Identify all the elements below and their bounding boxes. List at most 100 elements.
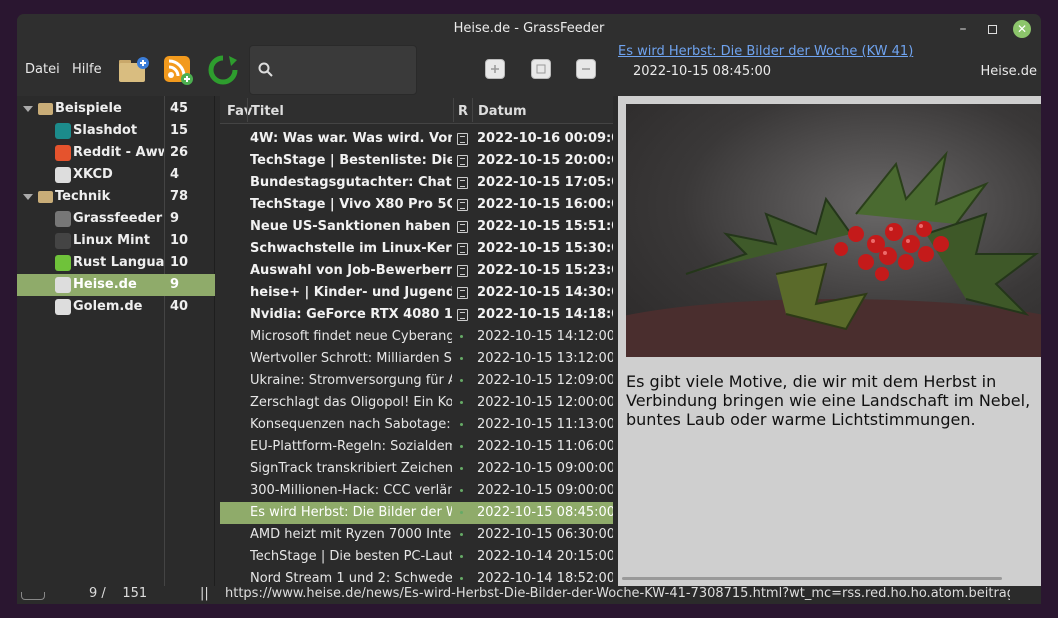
read-dot-icon[interactable]	[460, 357, 463, 360]
item-title: Microsoft findet neue Cyberangriffe	[250, 329, 452, 344]
close-icon[interactable]: ✕	[1007, 14, 1037, 44]
unread-icon[interactable]	[457, 133, 468, 145]
header-separator	[472, 98, 473, 122]
horizontal-scrollbar[interactable]	[622, 577, 1002, 580]
read-dot-icon[interactable]	[460, 423, 463, 426]
list-item[interactable]: Wertvoller Schrott: Milliarden Smartphon…	[220, 348, 613, 370]
list-item[interactable]: Schwachstelle im Linux-Kernel ermöglicht…	[220, 238, 613, 260]
feed-name: XKCD	[73, 167, 113, 182]
zoom-in-icon[interactable]	[485, 59, 505, 79]
feed-item[interactable]: XKCD 4	[17, 164, 215, 186]
list-item[interactable]: Microsoft findet neue Cyberangriffe 2022-…	[220, 326, 613, 348]
list-item[interactable]: Bundestagsgutachter: Chatkontrolle 2022-1…	[220, 172, 613, 194]
read-dot-icon[interactable]	[460, 401, 463, 404]
list-item[interactable]: Nord Stream 1 und 2: Schweden b 2022-10-1…	[220, 568, 613, 586]
item-title: Wertvoller Schrott: Milliarden Smartphon…	[250, 351, 452, 366]
list-item[interactable]: Auswahl von Job-Bewerbern: For 2022-10-15…	[220, 260, 613, 282]
expand-arrow-icon[interactable]	[23, 106, 33, 112]
unread-icon[interactable]	[457, 309, 468, 321]
article-title-link[interactable]: Es wird Herbst: Die Bilder der Woche (KW…	[618, 44, 913, 59]
read-dot-icon[interactable]	[460, 511, 463, 514]
col-read[interactable]: R	[458, 104, 468, 119]
unread-icon[interactable]	[457, 265, 468, 277]
read-dot-icon[interactable]	[460, 379, 463, 382]
item-title: Auswahl von Job-Bewerbern: For	[250, 263, 452, 278]
list-item[interactable]: TechStage | Bestenliste: Die zehn 2022-10…	[220, 150, 613, 172]
read-dot-icon[interactable]	[460, 467, 463, 470]
feed-icon	[55, 123, 71, 139]
list-item[interactable]: 4W: Was war. Was wird. Vom Boss 2022-10-1…	[220, 128, 613, 150]
add-folder-icon[interactable]	[117, 54, 151, 86]
item-date: 2022-10-14 18:52:00	[477, 571, 613, 586]
feed-count: 10	[170, 255, 189, 270]
feed-item[interactable]: Heise.de 9	[17, 274, 215, 296]
read-dot-icon[interactable]	[460, 555, 463, 558]
item-date: 2022-10-15 06:30:00	[477, 527, 613, 542]
list-item[interactable]: Neue US-Sanktionen haben das 2022-10-15 1…	[220, 216, 613, 238]
feed-icon	[55, 255, 71, 271]
list-item[interactable]: Konsequenzen nach Sabotage: Bahn 2022-10-…	[220, 414, 613, 436]
feed-item[interactable]: Slashdot 15	[17, 120, 215, 142]
list-item[interactable]: SignTrack transkribiert Zeichensprache 20…	[220, 458, 613, 480]
feed-name: Golem.de	[73, 299, 143, 314]
feed-folder[interactable]: Beispiele 45	[17, 98, 215, 120]
refresh-icon[interactable]	[207, 54, 241, 86]
list-item[interactable]: Es wird Herbst: Die Bilder der Woche 2022…	[220, 502, 613, 524]
list-item[interactable]: EU-Plattform-Regeln: Sozialdemokraten 202…	[220, 436, 613, 458]
unread-icon[interactable]	[457, 199, 468, 211]
list-item[interactable]: AMD heizt mit Ryzen 7000 Intel ein 2022-1…	[220, 524, 613, 546]
item-date: 2022-10-15 20:00:00	[477, 153, 613, 168]
item-title: SignTrack transkribiert Zeichensprache	[250, 461, 452, 476]
list-item[interactable]: TechStage | Vivo X80 Pro 5G im Test 2022-…	[220, 194, 613, 216]
feed-item[interactable]: Grassfeeder R 9	[17, 208, 215, 230]
app-window: Heise.de - GrassFeeder – ✕ Datei Hilfe E…	[17, 14, 1041, 604]
item-title: heise+ | Kinder- und Jugendschutz	[250, 285, 452, 300]
unread-icon[interactable]	[457, 243, 468, 255]
menu-datei[interactable]: Datei	[25, 62, 60, 77]
feed-item[interactable]: Linux Mint 10	[17, 230, 215, 252]
list-item[interactable]: Ukraine: Stromversorgung für AKW 2022-10-…	[220, 370, 613, 392]
item-title: EU-Plattform-Regeln: Sozialdemokraten	[250, 439, 452, 454]
add-feed-icon[interactable]	[162, 54, 196, 86]
unread-icon[interactable]	[457, 287, 468, 299]
unread-icon[interactable]	[457, 221, 468, 233]
feed-item[interactable]: Golem.de 40	[17, 296, 215, 318]
item-date: 2022-10-15 11:13:00	[477, 417, 613, 432]
read-dot-icon[interactable]	[460, 577, 463, 580]
item-date: 2022-10-15 09:00:00	[477, 461, 613, 476]
list-header: Fav Titel R Datum	[220, 96, 613, 124]
list-item[interactable]: heise+ | Kinder- und Jugendschutz 2022-10…	[220, 282, 613, 304]
zoom-fit-icon[interactable]	[531, 59, 551, 79]
read-dot-icon[interactable]	[460, 533, 463, 536]
minimize-icon[interactable]: –	[948, 14, 978, 44]
feed-folder[interactable]: Technik 78	[17, 186, 215, 208]
resize-grip-icon[interactable]	[21, 592, 45, 600]
col-date[interactable]: Datum	[478, 104, 527, 119]
feed-item[interactable]: Reddit - Aww 26	[17, 142, 215, 164]
col-title[interactable]: Titel	[251, 104, 284, 119]
col-fav[interactable]: Fav	[227, 104, 252, 119]
read-dot-icon[interactable]	[460, 335, 463, 338]
unread-icon[interactable]	[457, 155, 468, 167]
feed-item[interactable]: Rust Language 10	[17, 252, 215, 274]
read-dot-icon[interactable]	[460, 489, 463, 492]
search-input[interactable]	[249, 45, 417, 95]
item-title: TechStage | Bestenliste: Die zehn	[250, 153, 452, 168]
article-list: Fav Titel R Datum 4W: Was war. Was wird.…	[220, 96, 613, 586]
expand-arrow-icon[interactable]	[23, 194, 33, 200]
unread-icon[interactable]	[457, 177, 468, 189]
feed-count: 15	[170, 123, 189, 138]
list-item[interactable]: 300-Millionen-Hack: CCC verlängert 2022-1…	[220, 480, 613, 502]
list-item[interactable]: Zerschlagt das Oligopol! Ein Kommentar 20…	[220, 392, 613, 414]
list-item[interactable]: TechStage | Die besten PC-Lautsprecher 20…	[220, 546, 613, 568]
menu-hilfe[interactable]: Hilfe	[72, 62, 102, 77]
feed-count: 10	[170, 233, 189, 248]
folder-icon	[38, 103, 53, 115]
list-item[interactable]: Nvidia: GeForce RTX 4080 12 GB 2022-10-15…	[220, 304, 613, 326]
maximize-icon[interactable]	[977, 14, 1007, 44]
zoom-out-icon[interactable]	[576, 59, 596, 79]
read-dot-icon[interactable]	[460, 445, 463, 448]
item-date: 2022-10-15 13:12:00	[477, 351, 613, 366]
feed-name: Rust Language	[73, 255, 164, 270]
item-date: 2022-10-15 11:06:00	[477, 439, 613, 454]
